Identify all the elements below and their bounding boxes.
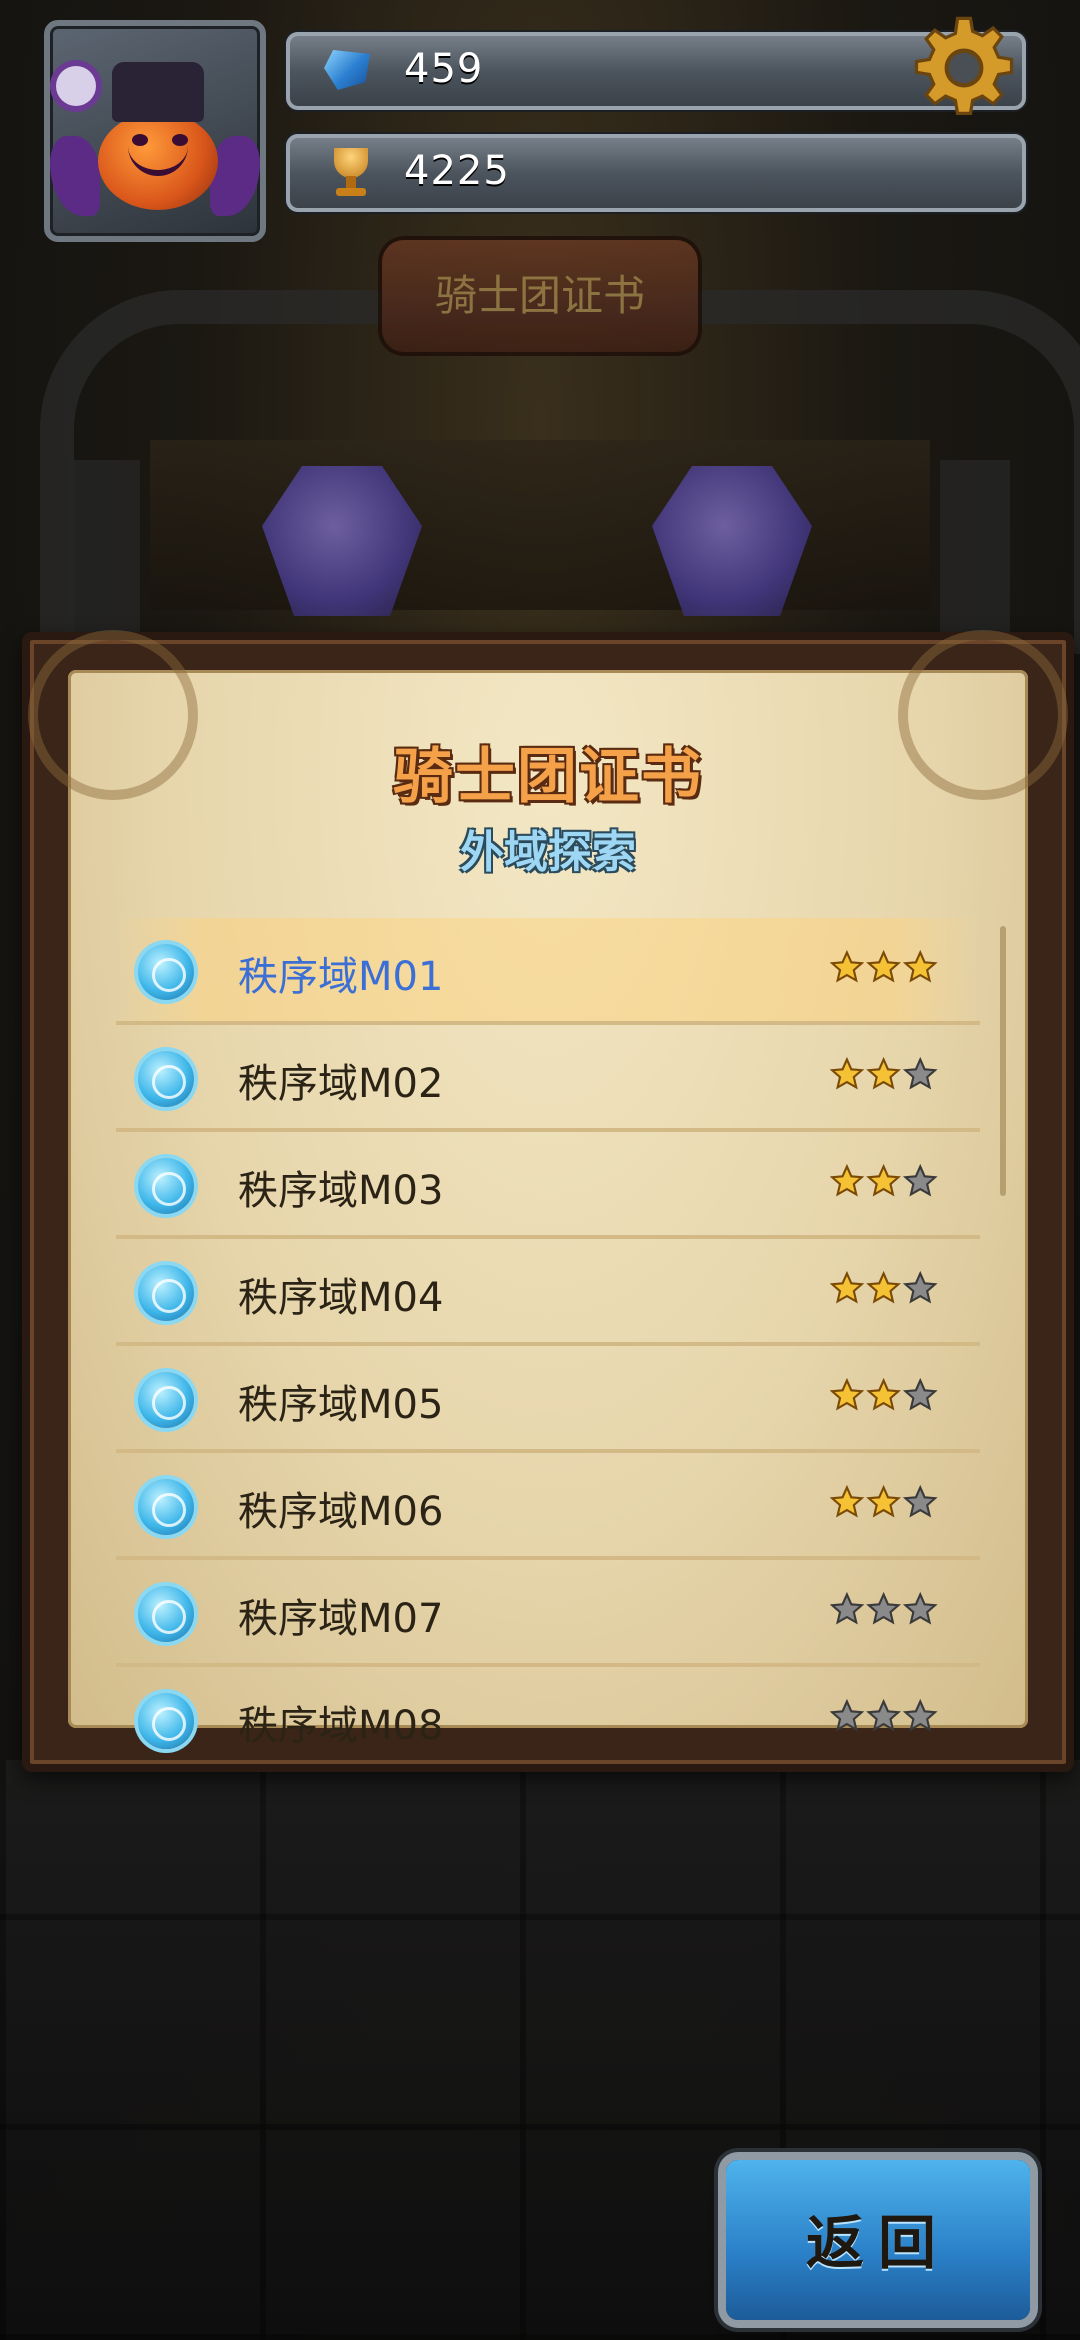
orb-icon bbox=[138, 1586, 194, 1642]
star-rating bbox=[830, 1377, 938, 1411]
panel-title: 骑士团证书 bbox=[393, 742, 703, 812]
orb-icon bbox=[138, 1693, 194, 1749]
left-pillar bbox=[70, 460, 140, 650]
star-empty-icon bbox=[902, 1377, 938, 1411]
scrollbar[interactable] bbox=[1000, 926, 1006, 1196]
parchment: 骑士团证书 外域探索 秩序域M01 秩序域M02 秩序域M03 秩序域M04 秩序域M0… bbox=[28, 630, 1068, 1749]
star-empty-icon bbox=[830, 1591, 865, 1625]
orb-icon bbox=[138, 1158, 194, 1214]
list-item[interactable]: 秩序域M07 bbox=[116, 1560, 980, 1667]
orb-icon bbox=[138, 944, 194, 1000]
gem-icon bbox=[324, 50, 370, 90]
star-filled-icon bbox=[866, 949, 901, 983]
wing-right bbox=[210, 136, 260, 216]
star-filled-icon bbox=[830, 1484, 865, 1518]
star-filled-icon bbox=[902, 949, 938, 983]
trophy-icon bbox=[326, 148, 376, 198]
list-item-label: 秩序域M08 bbox=[238, 1703, 444, 1749]
star-filled-icon bbox=[866, 1484, 901, 1518]
gem-count: 459 bbox=[404, 46, 484, 92]
list-item[interactable]: 秩序域M01 bbox=[116, 918, 980, 1025]
list-item-label: 秩序域M01 bbox=[238, 954, 444, 1000]
domain-list[interactable]: 秩序域M01 秩序域M02 秩序域M03 秩序域M04 秩序域M05 秩序域M06 秩序域M… bbox=[116, 918, 980, 1758]
orb-icon bbox=[138, 1051, 194, 1107]
star-rating bbox=[830, 1270, 938, 1304]
list-item[interactable]: 秩序域M05 bbox=[116, 1346, 980, 1453]
list-item-label: 秩序域M07 bbox=[238, 1596, 444, 1642]
list-item-label: 秩序域M05 bbox=[238, 1382, 444, 1428]
list-item-label: 秩序域M04 bbox=[238, 1275, 444, 1321]
back-button-label: 返回 bbox=[805, 2209, 950, 2277]
wing-left bbox=[50, 136, 100, 216]
star-filled-icon bbox=[866, 1377, 901, 1411]
star-filled-icon bbox=[830, 1270, 865, 1304]
list-item-label: 秩序域M06 bbox=[238, 1489, 444, 1535]
hall-sign: 骑士团证书 bbox=[378, 236, 702, 356]
player-avatar[interactable] bbox=[44, 20, 266, 242]
orb-icon bbox=[138, 1265, 194, 1321]
certificate-panel: 骑士团证书 外域探索 秩序域M01 秩序域M02 秩序域M03 秩序域M04 秩序域M0… bbox=[22, 630, 1074, 1772]
star-empty-icon bbox=[902, 1484, 938, 1518]
star-filled-icon bbox=[830, 1163, 865, 1197]
orb-icon bbox=[138, 1479, 194, 1535]
star-empty-icon bbox=[902, 1056, 938, 1090]
star-empty-icon bbox=[902, 1591, 938, 1625]
skull-icon bbox=[56, 66, 96, 106]
star-rating bbox=[830, 1163, 938, 1197]
star-filled-icon bbox=[830, 949, 865, 983]
star-filled-icon bbox=[830, 1377, 865, 1411]
star-rating bbox=[830, 1056, 938, 1090]
star-filled-icon bbox=[830, 1056, 865, 1090]
star-filled-icon bbox=[866, 1056, 901, 1090]
star-filled-icon bbox=[866, 1270, 901, 1304]
orb-icon bbox=[138, 1372, 194, 1428]
star-rating bbox=[830, 1591, 938, 1625]
list-item-label: 秩序域M02 bbox=[238, 1061, 444, 1107]
list-item[interactable]: 秩序域M06 bbox=[116, 1453, 980, 1560]
star-rating bbox=[830, 1484, 938, 1518]
star-empty-icon bbox=[902, 1163, 938, 1197]
trophy-count: 4225 bbox=[404, 148, 510, 194]
star-empty-icon bbox=[866, 1698, 901, 1732]
list-item[interactable]: 秩序域M08 bbox=[116, 1667, 980, 1758]
pumpkin-eye-left bbox=[132, 134, 148, 146]
list-item[interactable]: 秩序域M03 bbox=[116, 1132, 980, 1239]
star-empty-icon bbox=[830, 1698, 865, 1732]
star-filled-icon bbox=[866, 1163, 901, 1197]
list-item[interactable]: 秩序域M02 bbox=[116, 1025, 980, 1132]
list-item-label: 秩序域M03 bbox=[238, 1168, 444, 1214]
trophy-counter: 4225 bbox=[286, 134, 1026, 212]
panel-subtitle: 外域探索 bbox=[460, 827, 636, 878]
gear-icon[interactable] bbox=[910, 14, 1018, 122]
witch-hat-icon bbox=[112, 62, 204, 122]
back-button[interactable]: 返回 bbox=[726, 2160, 1030, 2320]
pumpkin-eye-right bbox=[172, 134, 188, 146]
star-empty-icon bbox=[902, 1698, 938, 1732]
list-item[interactable]: 秩序域M04 bbox=[116, 1239, 980, 1346]
star-rating bbox=[830, 1698, 938, 1732]
star-empty-icon bbox=[866, 1591, 901, 1625]
star-rating bbox=[830, 949, 938, 983]
right-pillar bbox=[940, 460, 1010, 650]
star-empty-icon bbox=[902, 1270, 938, 1304]
